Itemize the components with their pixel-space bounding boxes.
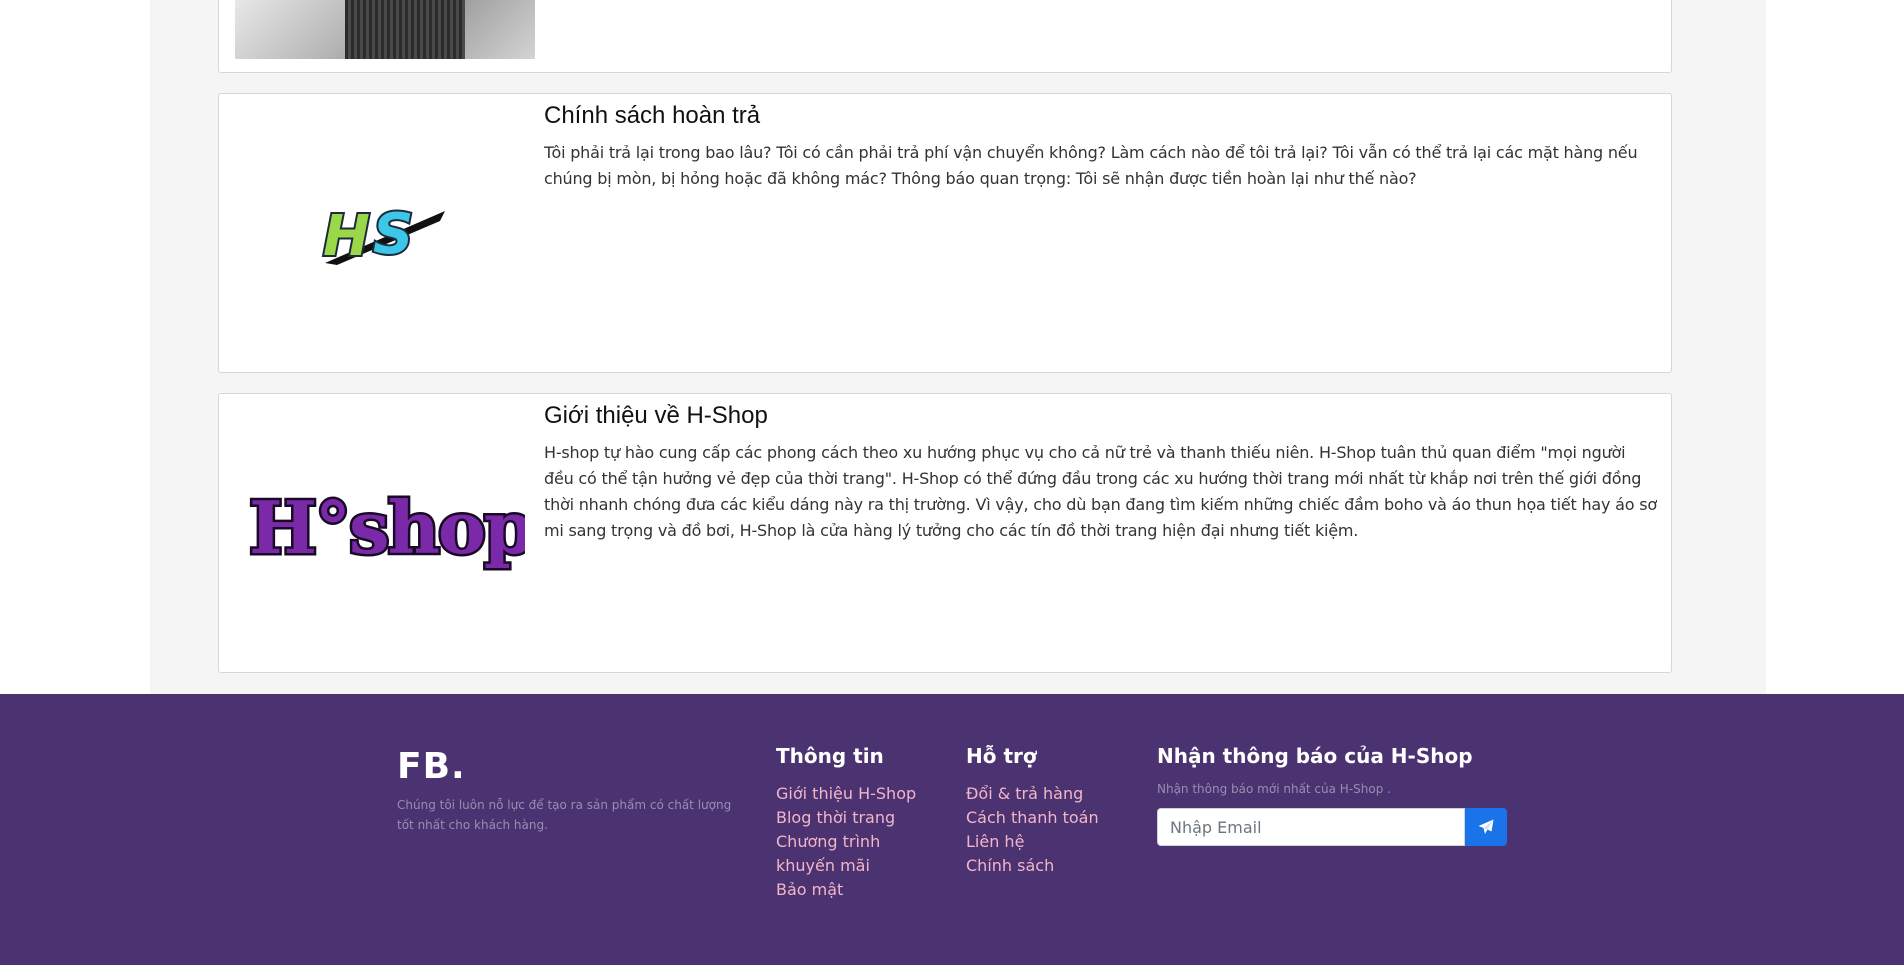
subscribe-form <box>1157 808 1507 846</box>
brand-description: Chúng tôi luôn nỗ lực để tạo ra sản phẩm… <box>397 798 732 832</box>
hs-logo-image: H S <box>235 108 535 358</box>
footer-link-blog[interactable]: Blog thời trang <box>776 806 936 830</box>
watch-image <box>235 0 535 59</box>
email-field[interactable] <box>1157 808 1465 846</box>
card-text: Tôi phải trả lại trong bao lâu? Tôi có c… <box>544 143 1638 188</box>
footer-link-privacy[interactable]: Bảo mật <box>776 878 936 902</box>
footer-link-policy[interactable]: Chính sách <box>966 854 1126 878</box>
card-title[interactable]: Giới thiệu về H-Shop <box>544 402 1659 430</box>
svg-text:H: H <box>323 204 370 269</box>
svg-text:H°shop: H°shop <box>249 485 525 570</box>
card-text: H-shop tự hào cung cấp các phong cách th… <box>544 443 1657 540</box>
site-footer: FB. Chúng tôi luôn nỗ lực để tạo ra sản … <box>0 694 1904 965</box>
newsletter-description: Nhận thông báo mới nhất của H-Shop . <box>1157 782 1391 796</box>
product-card-partial <box>218 0 1672 73</box>
article-card-return-policy[interactable]: H S Chính sách hoàn trả Tôi phải trả lại… <box>218 93 1672 373</box>
paper-plane-icon <box>1478 819 1494 834</box>
footer-brand: FB. Chúng tôi luôn nỗ lực để tạo ra sản … <box>397 744 737 835</box>
hs-logo-icon: H S <box>321 200 445 271</box>
footer-link-contact[interactable]: Liên hệ <box>966 830 1126 854</box>
card-title[interactable]: Chính sách hoàn trả <box>544 102 1659 130</box>
info-heading: Thông tin <box>776 744 884 768</box>
svg-text:S: S <box>373 202 413 267</box>
footer-link-about[interactable]: Giới thiệu H-Shop <box>776 782 936 806</box>
hshop-logo-image: H°shop <box>235 408 535 658</box>
footer-link-returns[interactable]: Đổi & trả hàng <box>966 782 1126 806</box>
help-heading: Hỗ trợ <box>966 744 1037 768</box>
hshop-logo-icon: H°shop <box>247 483 526 573</box>
subscribe-button[interactable] <box>1465 808 1507 846</box>
newsletter-heading: Nhận thông báo của H-Shop <box>1157 744 1473 768</box>
footer-link-promotions[interactable]: Chương trình khuyến mãi <box>776 830 936 878</box>
footer-link-payment[interactable]: Cách thanh toán <box>966 806 1126 830</box>
brand-logo[interactable]: FB. <box>397 744 737 787</box>
footer-help-column: Hỗ trợ Đổi & trả hàng Cách thanh toán Li… <box>966 744 1126 878</box>
footer-info-column: Thông tin Giới thiệu H-Shop Blog thời tr… <box>776 744 936 902</box>
footer-newsletter-column: Nhận thông báo của H-Shop Nhận thông báo… <box>1157 744 1517 846</box>
article-card-about[interactable]: H°shop Giới thiệu về H-Shop H-shop tự hà… <box>218 393 1672 673</box>
